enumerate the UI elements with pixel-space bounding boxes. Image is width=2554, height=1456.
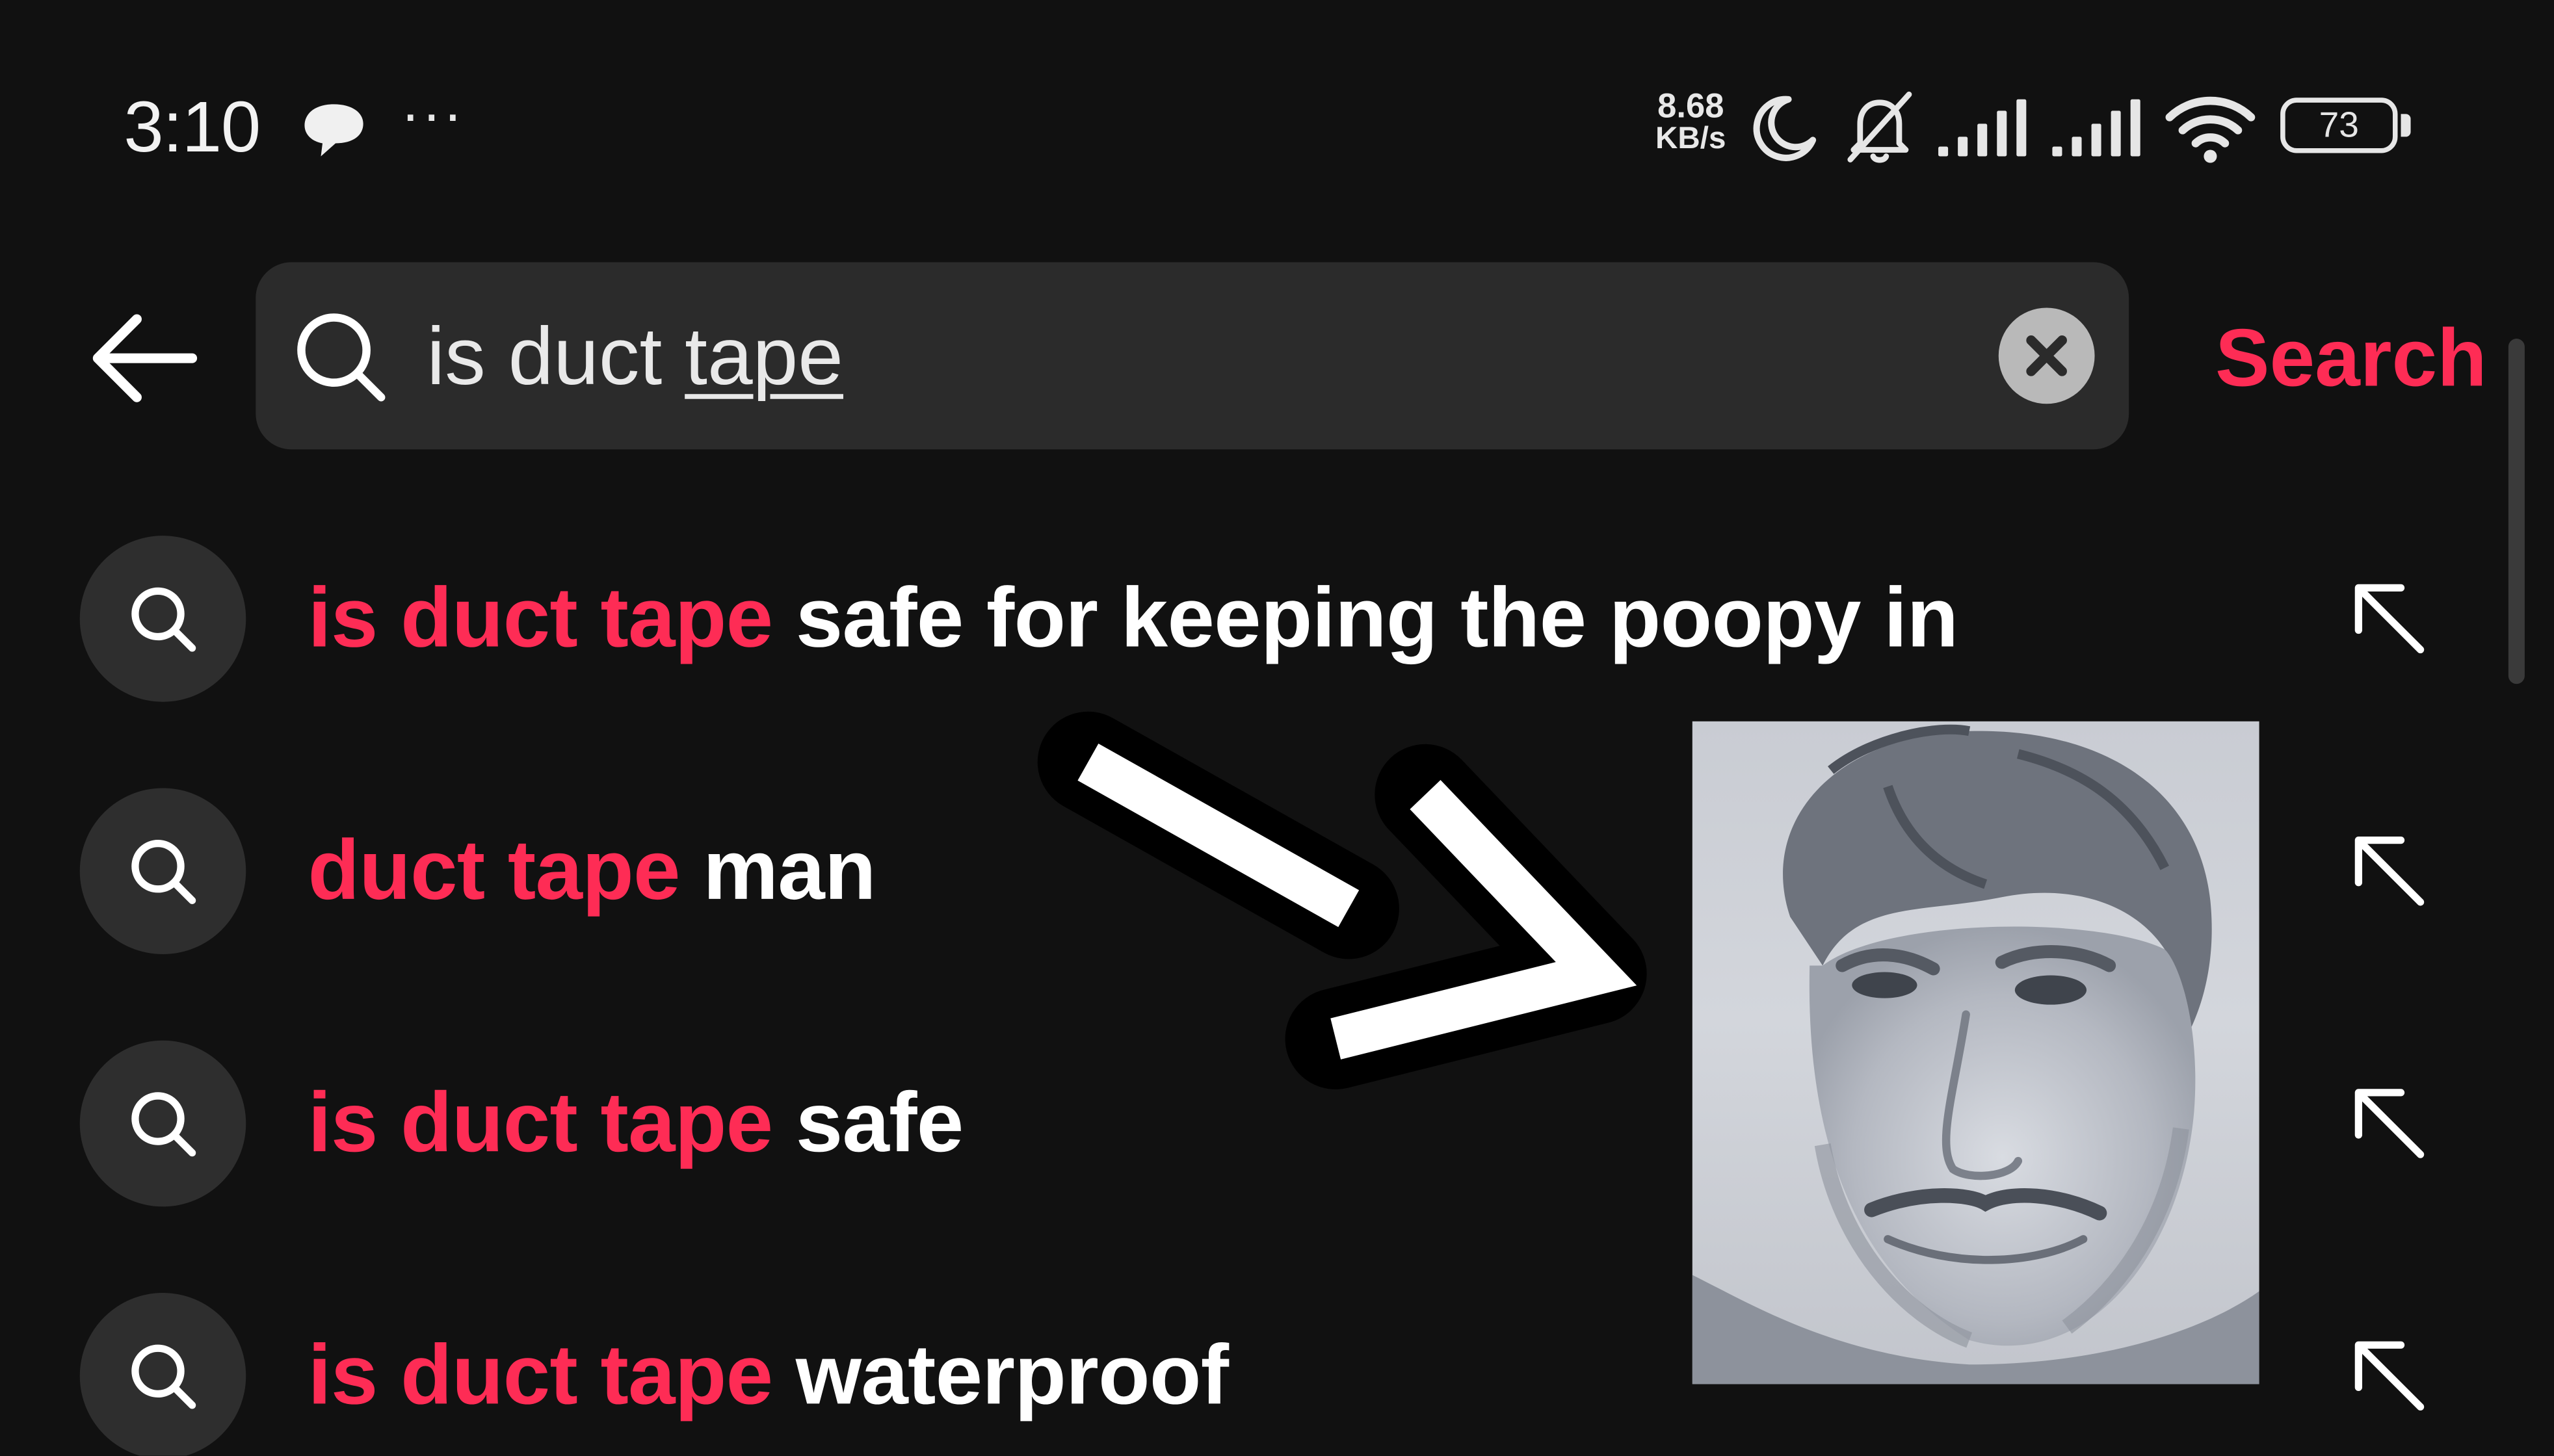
- suggestion-search-icon-wrap: [79, 1293, 246, 1456]
- suggestion-highlight: is duct tape: [308, 571, 773, 666]
- suggestion-rest: safe: [772, 1076, 964, 1171]
- suggestion-highlight: is duct tape: [308, 1329, 773, 1424]
- more-notifications-icon: ···: [401, 79, 464, 147]
- arrow-down-right-icon: [1037, 711, 1647, 1089]
- wifi-icon: [2165, 96, 2256, 163]
- suggestion-text[interactable]: is duct tape waterproof: [308, 1325, 1229, 1426]
- chat-bubble-icon: [304, 104, 363, 157]
- screen: 3:10 ··· 8.68 KB/s 73 is duct tape Searc…: [0, 0, 2554, 1456]
- status-time: 3:10: [124, 88, 261, 168]
- bell-off-icon: [1847, 91, 1912, 163]
- net-speed: 8.68 KB/s: [1642, 88, 1739, 157]
- search-query-composing: tape: [685, 311, 843, 402]
- search-query[interactable]: is duct tape: [427, 309, 843, 404]
- suggestion-text[interactable]: is duct tape safe for keeping the poopy …: [308, 568, 1958, 669]
- net-speed-unit: KB/s: [1655, 122, 1726, 157]
- net-speed-value: 8.68: [1657, 88, 1724, 125]
- suggestion-search-icon-wrap: [79, 1040, 246, 1207]
- battery-indicator: 73: [2280, 98, 2398, 153]
- search-icon: [131, 1092, 196, 1157]
- battery-tip: [2401, 114, 2411, 137]
- suggestion-highlight: is duct tape: [308, 1076, 773, 1171]
- search-icon: [131, 1344, 196, 1409]
- signal-icon: [2052, 99, 2140, 157]
- suggestion-text[interactable]: duct tape man: [308, 821, 876, 922]
- suggestion-rest: man: [679, 824, 876, 918]
- close-icon: [2026, 335, 2067, 376]
- signal-icon: [1938, 99, 2027, 157]
- arrow-left-icon[interactable]: [85, 306, 202, 410]
- search-icon: [297, 313, 386, 402]
- suggestion-search-icon-wrap: [79, 788, 246, 954]
- portrait-sketch-image: [1692, 724, 2259, 1384]
- search-icon: [131, 587, 196, 652]
- pencil-sketch-portrait: [1692, 721, 2259, 1384]
- arrow-up-left-icon[interactable]: [2345, 827, 2430, 912]
- search-query-plain: is duct: [427, 311, 685, 402]
- search-button[interactable]: Search: [2215, 309, 2487, 407]
- moon-icon: [1753, 96, 1817, 161]
- arrow-up-left-icon[interactable]: [2345, 575, 2430, 659]
- suggestion-text[interactable]: is duct tape safe: [308, 1073, 964, 1174]
- battery-level: 73: [2319, 104, 2359, 145]
- suggestion-search-icon-wrap: [79, 536, 246, 702]
- suggestion-rest: safe for keeping the poopy in: [772, 571, 1958, 666]
- search-icon: [131, 840, 196, 904]
- arrow-up-left-icon[interactable]: [2345, 1332, 2430, 1416]
- arrow-up-left-icon[interactable]: [2345, 1080, 2430, 1164]
- scrollbar[interactable]: [2508, 339, 2525, 684]
- suggestion-rest: waterproof: [772, 1329, 1229, 1424]
- suggestion-highlight: duct tape: [308, 824, 680, 918]
- clear-search-button[interactable]: [1998, 307, 2095, 404]
